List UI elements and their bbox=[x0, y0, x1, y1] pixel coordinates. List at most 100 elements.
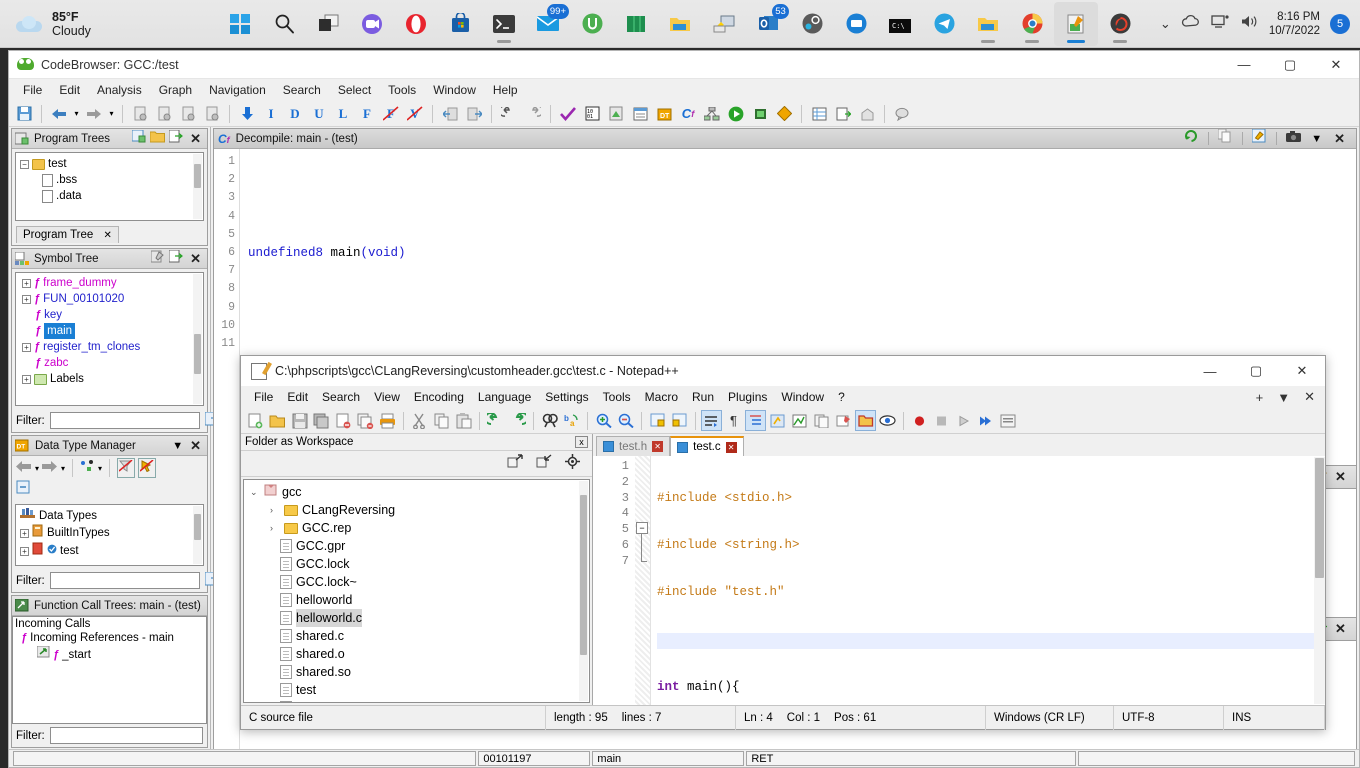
symbol-node-main[interactable]: ƒ main bbox=[22, 323, 203, 339]
dropdown-icon[interactable]: ▼ bbox=[1311, 133, 1322, 145]
close-icon[interactable]: ✕ bbox=[187, 251, 204, 267]
menu-settings[interactable]: Settings bbox=[538, 388, 595, 406]
back-arrow-icon[interactable] bbox=[48, 103, 70, 125]
vertical-scrollbar[interactable] bbox=[579, 481, 588, 701]
fw-node-gcc[interactable]: ⌄ gcc bbox=[244, 483, 589, 501]
letter-f-icon[interactable]: F bbox=[356, 103, 378, 125]
datatype-icon[interactable]: DT bbox=[653, 103, 675, 125]
menu-search[interactable]: Search bbox=[315, 388, 367, 406]
filter-pointer-off-icon[interactable] bbox=[138, 458, 157, 478]
snapshot1-icon[interactable] bbox=[129, 103, 151, 125]
firefox-dev-icon[interactable] bbox=[1098, 2, 1142, 46]
save-icon[interactable] bbox=[13, 103, 35, 125]
notepadpp-code-view[interactable]: 1 2 3 4 5 6 7 − #include <stdio.h> #incl… bbox=[593, 456, 1325, 705]
fw-node-shared-o[interactable]: shared.o bbox=[244, 645, 589, 663]
fw-node-test[interactable]: test bbox=[244, 681, 589, 699]
forward-arrow-icon[interactable] bbox=[42, 459, 58, 477]
snapshot-icon[interactable] bbox=[1286, 130, 1302, 148]
dropdown-icon[interactable]: ▼ bbox=[172, 440, 183, 452]
tree-icon[interactable] bbox=[80, 459, 95, 477]
close-doc-button[interactable]: ✕ bbox=[1298, 389, 1321, 405]
chevron-right-icon[interactable]: › bbox=[270, 501, 280, 519]
fw-node-shared-c[interactable]: shared.c bbox=[244, 627, 589, 645]
back-dropdown-icon[interactable]: ▾ bbox=[72, 103, 81, 125]
vertical-scrollbar[interactable] bbox=[193, 154, 202, 219]
call-trees-content[interactable]: Incoming Calls ƒ Incoming References - m… bbox=[12, 616, 207, 724]
open-folder-icon[interactable] bbox=[149, 130, 166, 148]
fw-node-gcc-gpr[interactable]: GCC.gpr bbox=[244, 537, 589, 555]
close-icon[interactable]: ✕ bbox=[1331, 131, 1348, 147]
folder-workspace-tree[interactable]: ⌄ gcc › CLangReversing › GCC.rep GCC.gpr… bbox=[243, 479, 590, 703]
letter-f-strike-icon[interactable]: F bbox=[380, 103, 402, 125]
fw-node-helloworld-c[interactable]: helloworld.c bbox=[244, 609, 589, 627]
fw-node-gcc-rep[interactable]: › GCC.rep bbox=[244, 519, 589, 537]
notepadpp-minimize-button[interactable]: — bbox=[1187, 357, 1233, 385]
expander-icon[interactable]: + bbox=[20, 528, 29, 538]
menu-tools[interactable]: Tools bbox=[380, 81, 424, 99]
expander-icon[interactable]: + bbox=[22, 374, 31, 384]
ghidra-close-button[interactable]: ✕ bbox=[1313, 51, 1359, 79]
export-icon[interactable] bbox=[168, 129, 184, 148]
onedrive-cloud-icon[interactable] bbox=[1181, 14, 1201, 33]
open-file-icon[interactable] bbox=[267, 410, 288, 431]
indent-guide-icon[interactable] bbox=[745, 410, 766, 431]
call-node-start[interactable]: ƒ _start bbox=[13, 645, 206, 663]
tree-node-test[interactable]: − test bbox=[20, 156, 203, 172]
monitoring-icon[interactable] bbox=[877, 410, 898, 431]
cut-icon[interactable] bbox=[409, 410, 430, 431]
expander-icon[interactable]: − bbox=[20, 159, 29, 169]
copy-icon[interactable] bbox=[1217, 128, 1233, 148]
fw-node-shared-so[interactable]: shared.so bbox=[244, 663, 589, 681]
save-icon[interactable] bbox=[289, 410, 310, 431]
menu-window[interactable]: Window bbox=[774, 388, 831, 406]
redo-icon[interactable] bbox=[522, 103, 544, 125]
redo-icon[interactable] bbox=[507, 410, 528, 431]
export-table-icon[interactable] bbox=[832, 103, 854, 125]
menu-view[interactable]: View bbox=[367, 388, 407, 406]
expander-icon[interactable]: + bbox=[22, 278, 31, 288]
tab-program-tree[interactable]: Program Tree ✕ bbox=[16, 226, 119, 243]
datatype-node-root[interactable]: Data Types bbox=[20, 507, 203, 524]
close-icon[interactable]: x bbox=[575, 436, 588, 448]
network-icon[interactable] bbox=[1211, 14, 1230, 34]
forward-arrow-icon[interactable] bbox=[83, 103, 105, 125]
refresh-icon[interactable] bbox=[1184, 129, 1199, 148]
close-all-icon[interactable] bbox=[355, 410, 376, 431]
close-icon[interactable]: ✕ bbox=[187, 438, 204, 454]
collapse-icon[interactable] bbox=[16, 480, 32, 498]
menu-help[interactable]: ? bbox=[831, 388, 852, 406]
folder-icon[interactable] bbox=[966, 2, 1010, 46]
letter-d-icon[interactable]: D bbox=[284, 103, 306, 125]
fw-node-test-c[interactable]: test.c bbox=[244, 699, 589, 702]
close-icon[interactable]: ✕ bbox=[1332, 469, 1349, 485]
edit-icon[interactable] bbox=[1251, 128, 1267, 148]
telegram-icon[interactable] bbox=[922, 2, 966, 46]
expand-all-icon[interactable] bbox=[507, 453, 524, 474]
chevron-right-icon[interactable]: › bbox=[270, 519, 280, 537]
function-graph-icon[interactable] bbox=[701, 103, 723, 125]
stop-macro-icon[interactable] bbox=[931, 410, 952, 431]
outlook-icon[interactable]: 53 bbox=[746, 2, 790, 46]
fw-node-helloworld[interactable]: helloworld bbox=[244, 591, 589, 609]
close-icon[interactable]: ✕ bbox=[187, 131, 204, 147]
menu-file[interactable]: File bbox=[15, 81, 50, 99]
symbol-tree-tree[interactable]: + ƒ frame_dummy + ƒ FUN_00101020 ƒ key ƒ… bbox=[15, 272, 204, 406]
menu-macro[interactable]: Macro bbox=[638, 388, 685, 406]
snapshot2-icon[interactable] bbox=[153, 103, 175, 125]
program-trees-tree[interactable]: − test .bss .data bbox=[15, 152, 204, 221]
paste-icon[interactable] bbox=[453, 410, 474, 431]
play-macro-icon[interactable] bbox=[953, 410, 974, 431]
symbol-node-key[interactable]: ƒ key bbox=[22, 307, 203, 323]
remote-desktop-icon[interactable] bbox=[702, 2, 746, 46]
back-dropdown-icon[interactable]: ▾ bbox=[35, 464, 39, 473]
terminal-icon[interactable] bbox=[482, 2, 526, 46]
menu-edit[interactable]: Edit bbox=[51, 81, 88, 99]
import-icon[interactable] bbox=[439, 103, 461, 125]
search-icon[interactable] bbox=[262, 2, 306, 46]
start-button[interactable] bbox=[218, 2, 262, 46]
record-macro-icon[interactable] bbox=[909, 410, 930, 431]
task-view-icon[interactable] bbox=[306, 2, 350, 46]
opera-icon[interactable] bbox=[394, 2, 438, 46]
close-icon[interactable]: ✕ bbox=[1332, 621, 1349, 637]
excel-icon[interactable] bbox=[614, 2, 658, 46]
